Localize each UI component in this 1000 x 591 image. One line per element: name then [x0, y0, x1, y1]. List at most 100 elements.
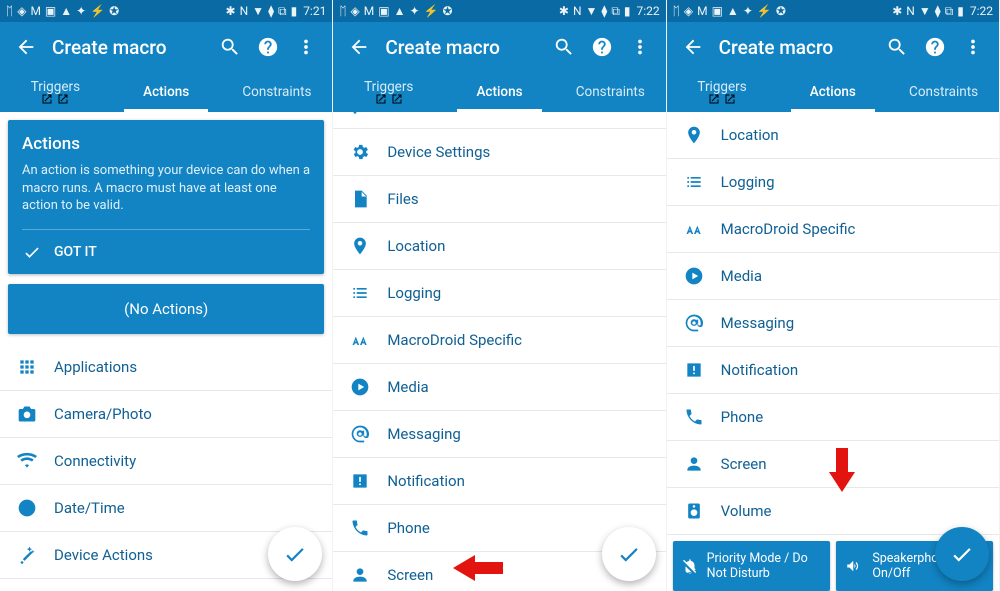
content-area: Actions An action is something your devi… [0, 112, 332, 591]
screenshot-2: ᛖ◈M▣▲✦⚡✪ ✱N▼⧫⧉▮7:22 Create macro Trigger… [333, 0, 666, 591]
camera-icon [16, 403, 38, 425]
check-icon [282, 541, 308, 567]
category-volume[interactable]: Volume [667, 488, 999, 535]
category-files[interactable]: Files [333, 176, 665, 223]
location-icon [683, 124, 705, 146]
at-icon [683, 312, 705, 334]
clock: 7:21 [303, 4, 326, 18]
tab-triggers[interactable]: Triggers [667, 72, 778, 112]
content-area: Location Logging MacroDroid Specific Med… [667, 112, 999, 591]
page-title: Create macro [385, 36, 537, 59]
tab-constraints[interactable]: Constraints [222, 72, 333, 112]
category-device-settings[interactable]: Device Settings [333, 129, 665, 176]
alert-icon [683, 359, 705, 381]
file-icon [349, 188, 371, 210]
category-notification[interactable]: Notification [333, 458, 665, 505]
page-title: Create macro [719, 36, 871, 59]
category-notification[interactable]: Notification [667, 347, 999, 394]
phone-icon [349, 517, 371, 539]
no-actions-button[interactable]: (No Actions) [8, 284, 324, 334]
person-icon [349, 564, 371, 586]
page-title: Create macro [52, 36, 204, 59]
screenshot-1: ᛖ◈M▣▲✦⚡✪ ✱N▼⧫⧉▮ 7:21 Create macro Trigge… [0, 0, 333, 591]
bell-off-icon [681, 555, 699, 577]
got-it-button[interactable]: GOT IT [22, 230, 310, 274]
category-phone[interactable]: Phone [667, 394, 999, 441]
app-bar: Create macro Triggers Actions Constraint… [667, 22, 999, 112]
tab-constraints[interactable]: Constraints [888, 72, 999, 112]
tab-constraints[interactable]: Constraints [555, 72, 666, 112]
search-button[interactable] [552, 35, 576, 59]
app-bar: Create macro Triggers Actions Constraint… [0, 22, 332, 112]
category-connectivity[interactable]: Connectivity [0, 438, 332, 485]
tab-triggers[interactable]: Triggers [333, 72, 444, 112]
help-button[interactable] [256, 35, 280, 59]
check-icon [22, 242, 42, 262]
apps-icon [16, 356, 38, 378]
phone-icon [683, 406, 705, 428]
category-media[interactable]: Media [333, 364, 665, 411]
category-location[interactable]: Location [333, 223, 665, 270]
at-icon [349, 423, 371, 445]
category-logging[interactable]: Logging [333, 270, 665, 317]
content-area: Device Actions Device Settings Files Loc… [333, 112, 665, 591]
category-camera[interactable]: Camera/Photo [0, 391, 332, 438]
wifi-icon [16, 450, 38, 472]
check-icon [616, 541, 642, 567]
overflow-button[interactable] [628, 35, 652, 59]
wand-icon [16, 544, 38, 566]
category-device-actions[interactable]: Device Actions [333, 112, 665, 129]
category-messaging[interactable]: Messaging [333, 411, 665, 458]
category-messaging[interactable]: Messaging [667, 300, 999, 347]
confirm-fab[interactable] [935, 527, 989, 581]
overflow-button[interactable] [961, 35, 985, 59]
overflow-button[interactable] [294, 35, 318, 59]
back-button[interactable] [347, 35, 371, 59]
status-bar: ᛖ◈M▣▲✦⚡✪ ✱N▼⧫⧉▮7:22 [667, 0, 999, 22]
card-title: Actions [22, 134, 310, 154]
tab-actions[interactable]: Actions [111, 72, 222, 112]
speaker-icon [683, 500, 705, 522]
status-left-icons: ᛖ◈M▣▲✦⚡✪ [6, 4, 119, 18]
confirm-fab[interactable] [268, 527, 322, 581]
help-button[interactable] [590, 35, 614, 59]
tab-actions[interactable]: Actions [777, 72, 888, 112]
wand-icon [349, 112, 371, 116]
person-icon [683, 453, 705, 475]
search-button[interactable] [218, 35, 242, 59]
list-icon [683, 171, 705, 193]
help-button[interactable] [923, 35, 947, 59]
status-bar: ᛖ◈M▣▲✦⚡✪ ✱N▼⧫⧉▮ 7:21 [0, 0, 332, 22]
category-device-settings[interactable]: Device Settings [0, 579, 332, 591]
category-logging[interactable]: Logging [667, 159, 999, 206]
tab-bar: Triggers Actions Constraints [0, 72, 332, 112]
macro-icon [349, 329, 371, 351]
category-media[interactable]: Media [667, 253, 999, 300]
clock-icon [16, 497, 38, 519]
clock: 7:22 [970, 4, 993, 18]
search-button[interactable] [885, 35, 909, 59]
tab-triggers[interactable]: Triggers [0, 72, 111, 112]
category-applications[interactable]: Applications [0, 344, 332, 391]
megaphone-icon [844, 555, 865, 577]
category-location[interactable]: Location [667, 112, 999, 159]
play-icon [683, 265, 705, 287]
category-date-time[interactable]: Date/Time [0, 485, 332, 532]
macro-icon [683, 218, 705, 240]
back-button[interactable] [14, 35, 38, 59]
tab-actions[interactable]: Actions [444, 72, 555, 112]
location-icon [349, 235, 371, 257]
list-icon [349, 282, 371, 304]
back-button[interactable] [681, 35, 705, 59]
category-macrodroid[interactable]: MacroDroid Specific [333, 317, 665, 364]
play-icon [349, 376, 371, 398]
status-right-icons: ✱N▼⧫⧉▮ 7:21 [226, 4, 327, 19]
action-priority-mode[interactable]: Priority Mode / Do Not Disturb [673, 541, 830, 591]
app-bar: Create macro Triggers Actions Constraint… [333, 22, 665, 112]
intro-card: Actions An action is something your devi… [8, 120, 324, 274]
category-macrodroid[interactable]: MacroDroid Specific [667, 206, 999, 253]
clock: 7:22 [637, 4, 660, 18]
confirm-fab[interactable] [602, 527, 656, 581]
gear-icon [349, 141, 371, 163]
check-icon [949, 541, 975, 567]
